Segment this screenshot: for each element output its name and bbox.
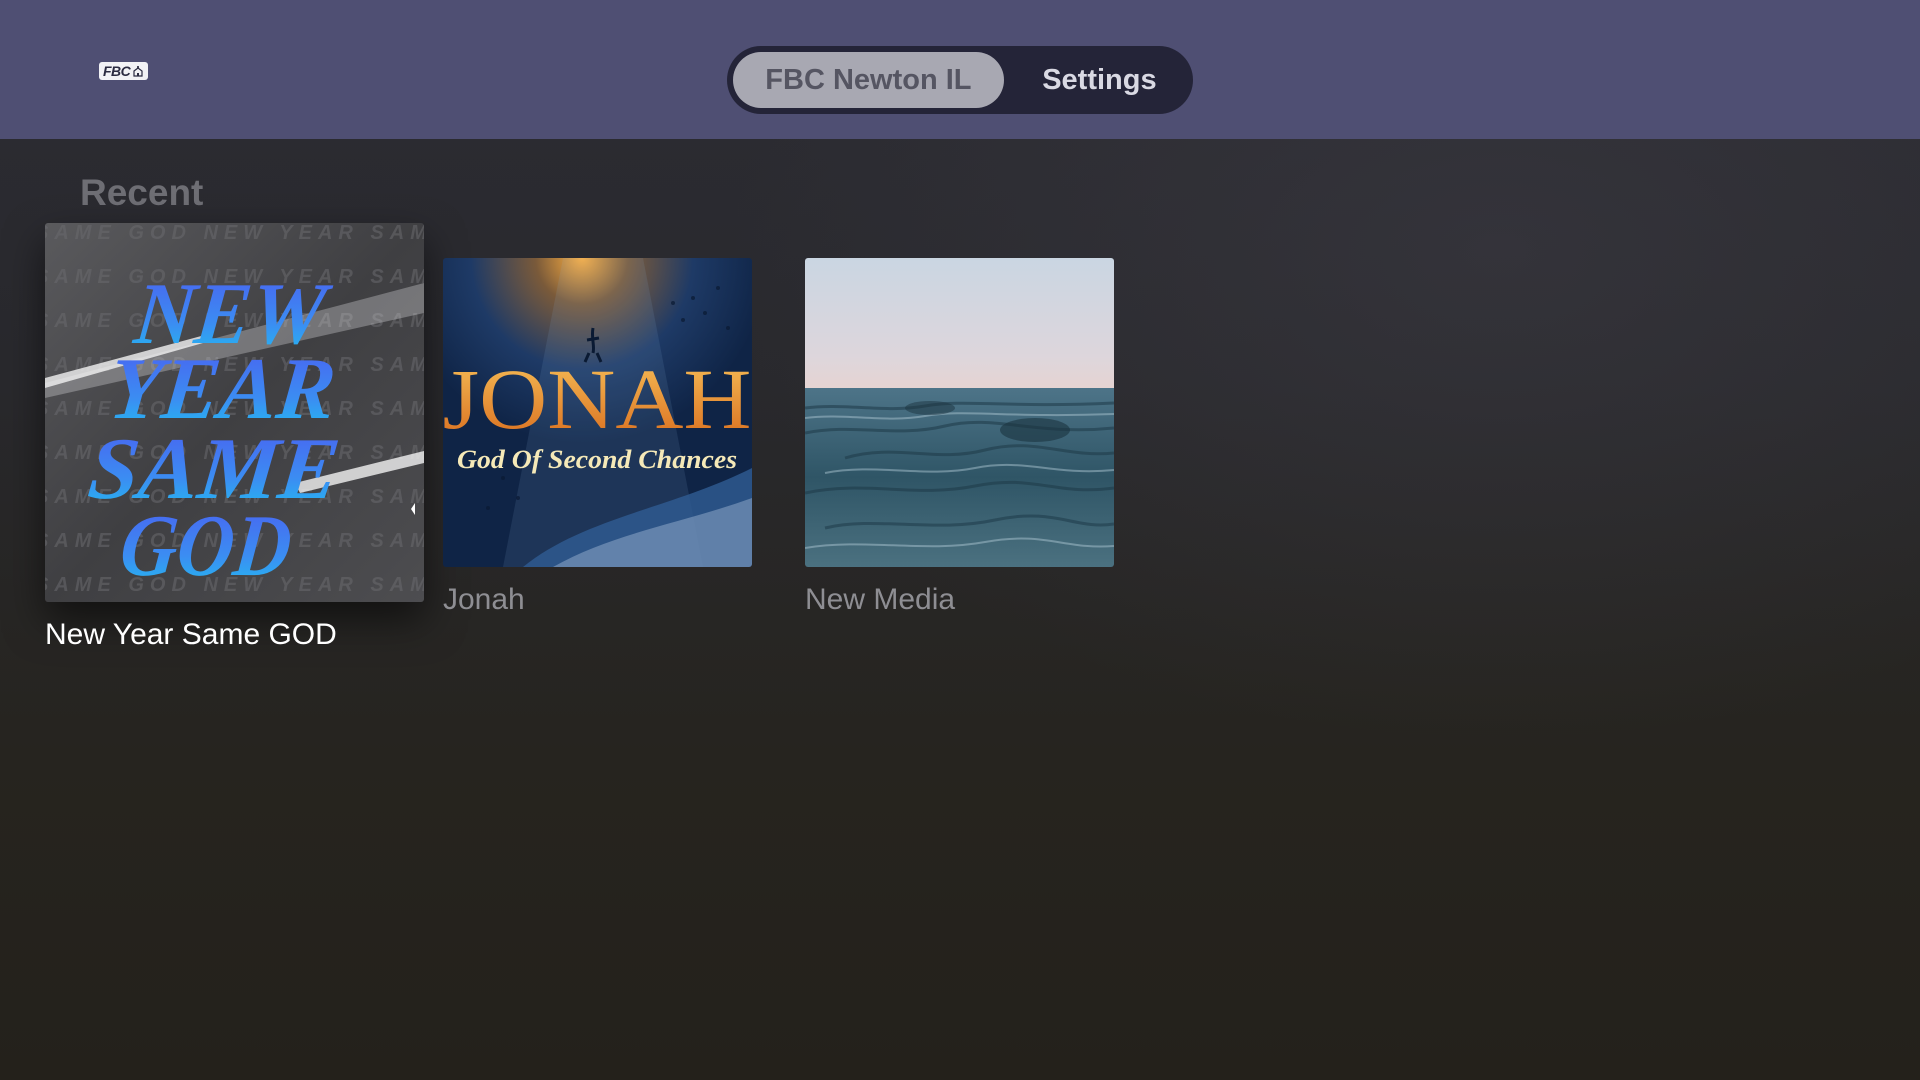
- art-subtitle: God Of Second Chances: [457, 445, 737, 474]
- artwork-new-media: [805, 258, 1114, 567]
- tab-settings[interactable]: Settings: [1012, 52, 1187, 108]
- art-title: JONAH: [443, 351, 752, 447]
- section-title-recent: Recent: [80, 172, 204, 213]
- fbc-logo-icon: FBC: [99, 62, 149, 80]
- logo-text: FBC: [103, 63, 131, 79]
- media-title: New Year Same GOD: [45, 618, 337, 651]
- art-line: GOD: [116, 497, 296, 595]
- artwork-jonah: JONAH God Of Second Chances: [443, 258, 752, 567]
- church-icon: [133, 66, 143, 77]
- top-navigation: FBC Newton IL Settings: [727, 46, 1193, 114]
- tab-fbc-newton-il[interactable]: FBC Newton IL: [733, 52, 1004, 108]
- artwork-new-year-same-god: SAME GOD NEW YEAR SAME GOD NEW YEAR SAME…: [45, 223, 424, 602]
- media-title: New Media: [805, 583, 956, 616]
- media-title: Jonah: [443, 583, 525, 616]
- pattern-row: SAME GOD NEW YEAR SAME GOD NEW YEAR: [45, 223, 424, 244]
- top-bar: FBC FBC Newton IL Settings: [0, 0, 1920, 139]
